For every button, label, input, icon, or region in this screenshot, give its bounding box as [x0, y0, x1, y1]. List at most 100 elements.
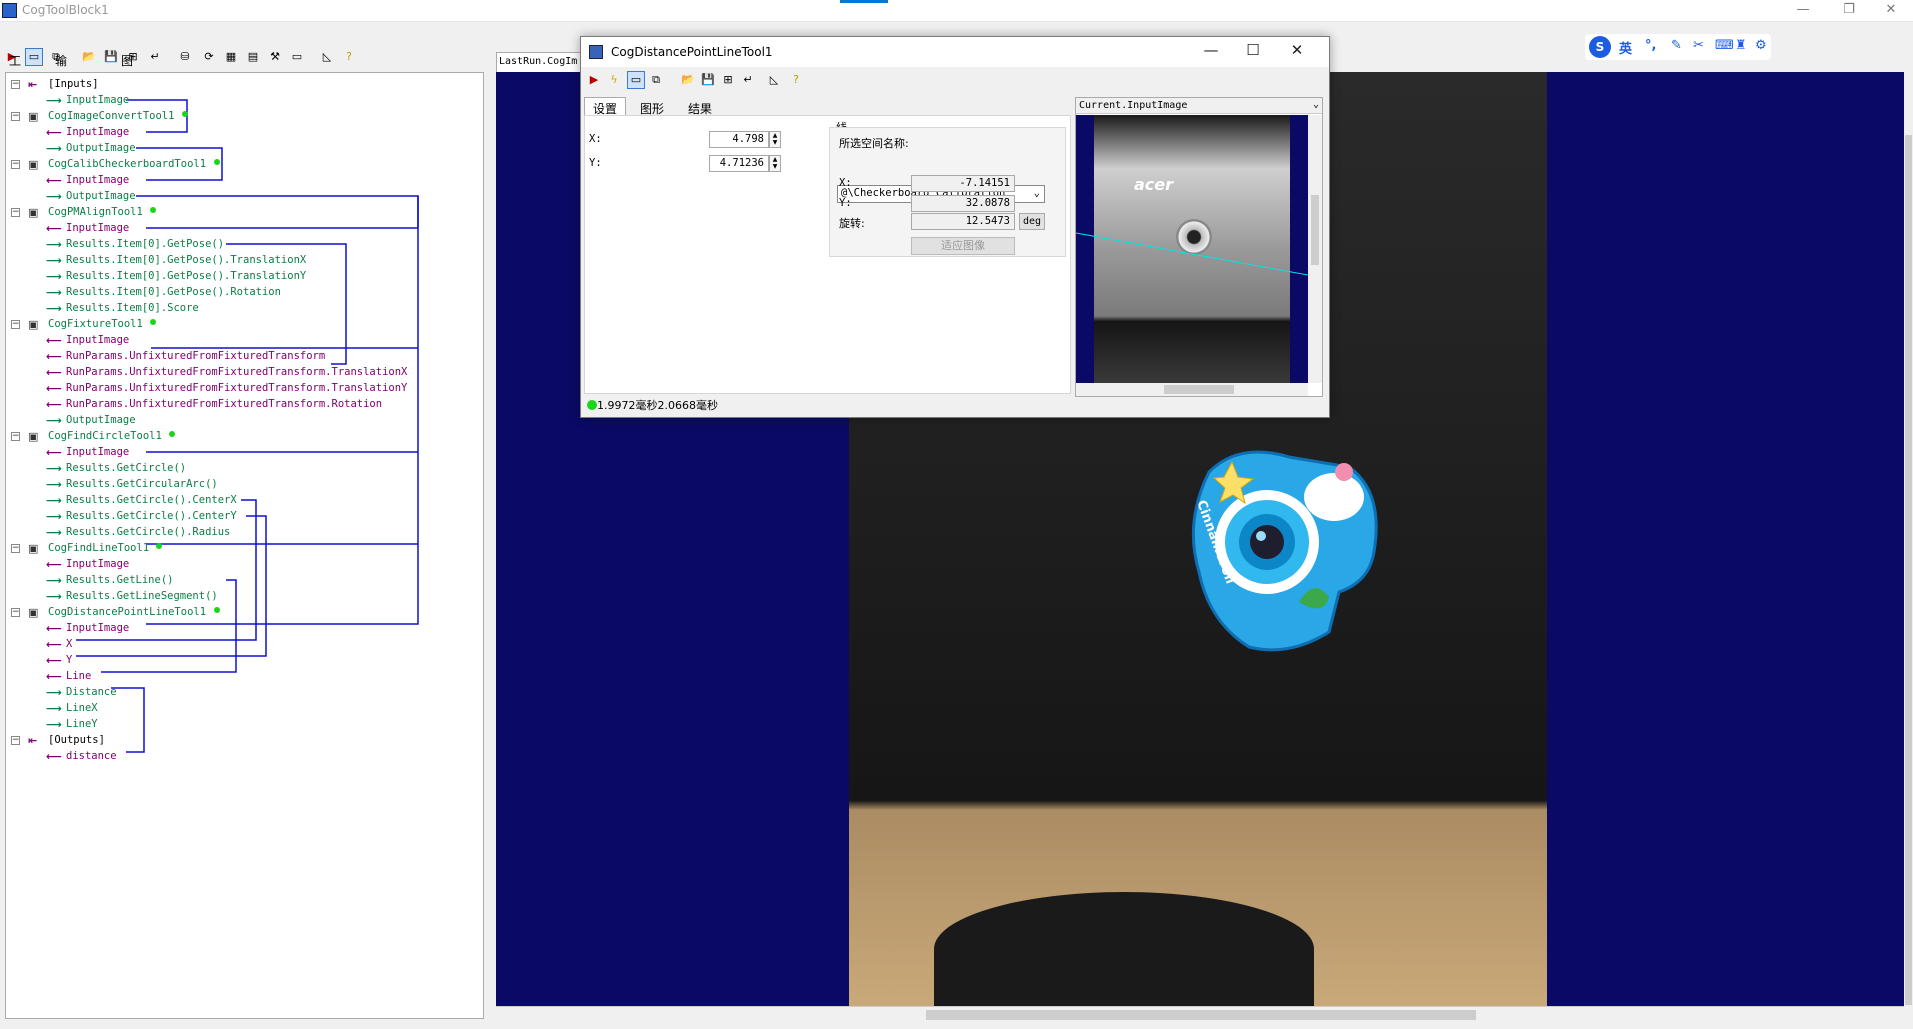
- tree-terminal[interactable]: distance: [66, 749, 117, 764]
- scroll-thumb[interactable]: [926, 1010, 1476, 1020]
- dialog-tab-settings[interactable]: 设置: [584, 97, 627, 116]
- tree-terminal[interactable]: Results.Item[0].GetPose().TranslationX: [66, 253, 306, 268]
- dialog-close-icon[interactable]: ✕: [1277, 41, 1317, 59]
- expand-toggle[interactable]: −: [11, 160, 20, 169]
- tree-tool-node[interactable]: CogFindLineTool1: [48, 541, 149, 556]
- thumbnail-view[interactable]: acer: [1076, 115, 1308, 383]
- y-spinner[interactable]: ▲ ▼: [769, 155, 781, 172]
- help-icon[interactable]: ?: [340, 48, 358, 66]
- dialog-open-icon[interactable]: 📂: [679, 71, 697, 89]
- dialog-reset-icon[interactable]: ↵: [739, 71, 757, 89]
- expand-toggle[interactable]: −: [11, 80, 20, 89]
- tree-terminal[interactable]: Results.GetCircle().CenterX: [66, 493, 237, 508]
- tree-tool-node[interactable]: CogImageConvertTool1: [48, 109, 174, 124]
- expand-toggle[interactable]: −: [11, 432, 20, 441]
- tree-terminal[interactable]: Results.GetCircularArc(): [66, 477, 218, 492]
- tree-terminal[interactable]: Results.Item[0].GetPose(): [66, 237, 224, 252]
- tree-terminal[interactable]: InputImage: [66, 621, 129, 636]
- tree-terminal[interactable]: OutputImage: [66, 189, 136, 204]
- close-icon[interactable]: ✕: [1868, 0, 1913, 22]
- tree-terminal[interactable]: Results.Item[0].GetPose().Rotation: [66, 285, 281, 300]
- tree-terminal[interactable]: InputImage: [66, 93, 129, 108]
- dialog-save-icon[interactable]: 💾: [699, 71, 717, 89]
- expand-toggle[interactable]: −: [11, 112, 20, 121]
- fit-image-button[interactable]: 适应图像: [911, 237, 1015, 255]
- shirt-icon[interactable]: ♜: [1735, 38, 1747, 53]
- tree-terminal[interactable]: Results.Item[0].Score: [66, 301, 199, 316]
- image-pane-header[interactable]: Current.InputImage ⌄: [1076, 98, 1322, 114]
- tree-terminal[interactable]: Results.GetCircle(): [66, 461, 186, 476]
- image-icon[interactable]: ▦: [222, 48, 240, 66]
- dialog-minimize-icon[interactable]: —: [1191, 41, 1231, 59]
- tree-terminal[interactable]: RunParams.UnfixturedFromFixturedTransfor…: [66, 397, 382, 412]
- tree-terminal[interactable]: RunParams.UnfixturedFromFixturedTransfor…: [66, 381, 407, 396]
- punct-icon[interactable]: °,: [1645, 38, 1656, 53]
- scroll-thumb-v[interactable]: [1905, 135, 1912, 1005]
- ime-logo-icon[interactable]: S: [1589, 36, 1611, 58]
- expand-toggle[interactable]: −: [11, 544, 20, 553]
- x-spinner[interactable]: ▲ ▼: [769, 131, 781, 148]
- sync-icon[interactable]: ⟳: [200, 48, 218, 66]
- pen-icon[interactable]: ✎: [1671, 38, 1682, 53]
- tree-terminal[interactable]: RunParams.UnfixturedFromFixturedTransfor…: [66, 365, 407, 380]
- vertical-scrollbar[interactable]: [1904, 55, 1913, 1006]
- lightning-icon[interactable]: ϟ: [605, 71, 623, 89]
- dialog-image-icon[interactable]: ▭: [627, 71, 645, 89]
- save-icon[interactable]: 💾: [102, 48, 120, 66]
- tree-terminal[interactable]: InputImage: [66, 557, 129, 572]
- ime-lang[interactable]: 英: [1619, 38, 1632, 57]
- tree-terminal[interactable]: X: [66, 637, 72, 652]
- horizontal-scrollbar[interactable]: [496, 1006, 1904, 1022]
- expand-toggle[interactable]: −: [11, 608, 20, 617]
- tree-terminal[interactable]: Distance: [66, 685, 117, 700]
- tree-terminal[interactable]: Results.GetLine(): [66, 573, 173, 588]
- open-folder-icon[interactable]: 📂: [80, 48, 98, 66]
- dialog-measure-icon[interactable]: ◺: [765, 71, 783, 89]
- tree-tool-node[interactable]: CogCalibCheckerboardTool1: [48, 157, 206, 172]
- scissors-icon[interactable]: ✂: [1693, 38, 1704, 53]
- settings-icon[interactable]: ⚙: [1755, 38, 1767, 53]
- dialog-help-icon[interactable]: ?: [787, 71, 805, 89]
- tree-terminal[interactable]: InputImage: [66, 221, 129, 236]
- tree-terminal[interactable]: InputImage: [66, 445, 129, 460]
- monitor-icon[interactable]: ▭: [288, 48, 306, 66]
- tree-terminal[interactable]: InputImage: [66, 173, 129, 188]
- tree-tool-node[interactable]: CogFixtureTool1: [48, 317, 143, 332]
- dialog-tab-graphics[interactable]: 图形: [631, 97, 673, 116]
- dialog-run-icon[interactable]: ▶: [585, 71, 603, 89]
- y-input[interactable]: 4.71236: [709, 155, 769, 172]
- tree-tool-node[interactable]: CogDistancePointLineTool1: [48, 605, 206, 620]
- restore-icon[interactable]: ❐: [1826, 0, 1872, 22]
- image-view-icon[interactable]: ▭: [25, 48, 43, 66]
- tree-terminal[interactable]: OutputImage: [66, 413, 136, 428]
- tree-terminal[interactable]: Line: [66, 669, 91, 684]
- reset-icon[interactable]: ↵: [146, 48, 164, 66]
- tools-icon[interactable]: ⚒: [266, 48, 284, 66]
- keyboard-icon[interactable]: ⌨: [1715, 38, 1734, 53]
- x-input[interactable]: 4.798: [709, 131, 769, 148]
- database-icon[interactable]: ⛁: [176, 48, 194, 66]
- tree-terminal[interactable]: InputImage: [66, 333, 129, 348]
- tree-terminal[interactable]: InputImage: [66, 125, 129, 140]
- tree-terminal[interactable]: Results.Item[0].GetPose().TranslationY: [66, 269, 306, 284]
- deg-button[interactable]: deg: [1019, 213, 1045, 230]
- tree-terminal[interactable]: LineY: [66, 717, 98, 732]
- chart-icon[interactable]: ▤: [244, 48, 262, 66]
- tree-terminal[interactable]: RunParams.UnfixturedFromFixturedTransfor…: [66, 349, 325, 364]
- dialog-copy-icon[interactable]: ⧉: [647, 71, 665, 89]
- dialog-maximize-icon[interactable]: ☐: [1233, 41, 1273, 59]
- dialog-network-icon[interactable]: ⊞: [719, 71, 737, 89]
- measure-icon[interactable]: ◺: [318, 48, 336, 66]
- tree-terminal[interactable]: Y: [66, 653, 72, 668]
- dialog-tab-results[interactable]: 结果: [679, 97, 721, 116]
- tree-terminal[interactable]: OutputImage: [66, 141, 136, 156]
- tree-tool-node[interactable]: [Outputs]: [48, 733, 105, 748]
- tree-terminal[interactable]: Results.GetLineSegment(): [66, 589, 218, 604]
- minimize-icon[interactable]: —: [1780, 0, 1826, 22]
- tree-tool-node[interactable]: CogPMAlignTool1: [48, 205, 143, 220]
- tree-terminal[interactable]: LineX: [66, 701, 98, 716]
- tree-tool-node[interactable]: [Inputs]: [48, 77, 99, 92]
- expand-toggle[interactable]: −: [11, 320, 20, 329]
- thumb-vscroll[interactable]: [1308, 115, 1322, 383]
- expand-toggle[interactable]: −: [11, 736, 20, 745]
